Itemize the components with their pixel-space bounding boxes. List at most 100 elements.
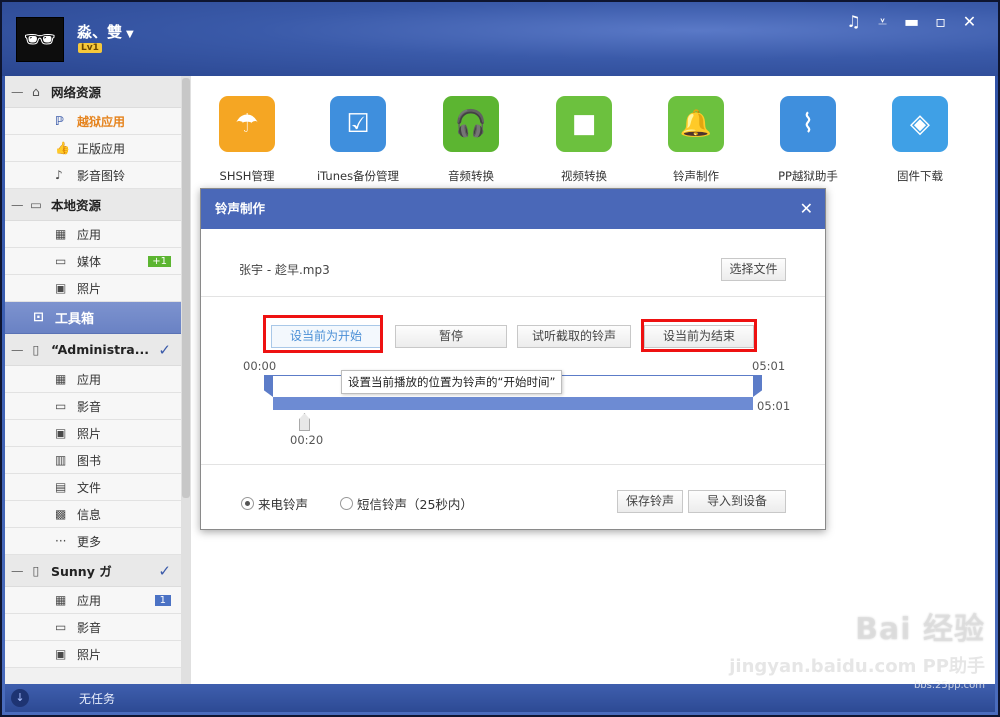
tool-firmware-download[interactable]: ◈ 固件下载 [875,96,965,184]
sidebar-item-device-more[interactable]: ··· 更多 [5,528,181,555]
sidebar-item-jailbreak-apps[interactable]: ℙ 越狱应用 [5,108,181,135]
camera-icon: ■ [556,96,612,152]
tool-label: 视频转换 [561,169,607,183]
image-icon: ▣ [55,426,67,440]
radio-sms-ringtone[interactable]: 短信铃声（25秒内） [340,494,473,513]
dialog-titlebar: 铃声制作 ✕ [201,189,825,229]
choose-file-button[interactable]: 选择文件 [721,258,786,281]
watermark-line: Bai 经验 [855,612,985,647]
sidebar-item-device2-photos[interactable]: ▣ 照片 [5,641,181,668]
sidebar-item-label: 信息 [77,507,102,522]
radio-call-ringtone[interactable]: 来电铃声 [241,494,308,513]
sidebar-item-device-files[interactable]: ▤ 文件 [5,474,181,501]
maximize-icon[interactable]: ▫ [926,12,955,32]
start-marker-handle[interactable] [264,375,273,397]
sidebar-item-label: 文件 [77,480,102,495]
new-count-badge: +1 [148,255,171,267]
end-marker-handle[interactable] [753,375,762,397]
jailbreak-icon: ℙ [55,114,64,128]
sidebar-group-label: “Administra... [51,342,149,357]
sidebar-item-toolbox[interactable]: ⊡ 工具箱 [5,302,181,334]
audio-track-bar[interactable] [273,397,753,410]
sidebar-item-label: 工具箱 [55,312,95,327]
video-icon: ▭ [55,254,67,268]
sidebar-item-device2-apps[interactable]: ▦ 应用 1 [5,587,181,614]
download-icon[interactable]: ↓ [11,689,29,707]
import-to-device-button[interactable]: 导入到设备 [688,490,786,513]
user-avatar[interactable]: 🕶 [16,17,64,62]
task-status: 无任务 [79,692,116,706]
collapse-icon[interactable]: — [11,563,25,578]
music-icon: ♪ [55,168,63,182]
close-icon[interactable]: ✕ [800,189,813,229]
image-icon: ▣ [55,647,67,661]
collapse-icon[interactable]: — [11,84,25,99]
sidebar-item-label: 照片 [77,647,102,662]
sidebar-item-device-books[interactable]: ▥ 图书 [5,447,181,474]
tool-label: 固件下载 [897,169,943,183]
video-icon: ▭ [55,620,67,634]
tooltip: 设置当前播放的位置为铃声的“开始时间” [341,370,563,394]
sidebar-item-label: 影音 [77,620,102,635]
sidebar-item-local-photos[interactable]: ▣ 照片 [5,275,181,302]
sidebar-item-local-media[interactable]: ▭ 媒体 +1 [5,248,181,275]
sidebar-group-network[interactable]: — ⌂ 网络资源 [5,76,181,108]
close-icon[interactable]: ✕ [955,12,984,32]
selected-file-name: 张宇 - 趁早.mp3 [239,263,330,277]
sidebar-item-local-apps[interactable]: ▦ 应用 [5,221,181,248]
sidebar-group-local[interactable]: — ▭ 本地资源 [5,189,181,221]
username-menu[interactable]: 淼、雙 ▼ [77,21,134,42]
minimize-icon[interactable]: ▬ [897,12,926,32]
home-icon: ⌂ [32,84,40,99]
timeline: 00:00 05:01 05:01 00:20 设置当前播放的位置为铃声的“开始… [201,297,825,465]
menu-icon[interactable]: ⩡ [868,12,897,32]
sidebar-item-label: 媒体 [77,254,102,269]
sidebar-item-device-apps[interactable]: ▦ 应用 [5,366,181,393]
headphones-icon: 🎧 [443,96,499,152]
sidebar-item-label: 影音 [77,399,102,414]
sidebar-item-label: 应用 [77,227,102,242]
sidebar-scrollbar[interactable] [181,76,191,684]
header-bar: 🕶 淼、雙 ▼ Lv1 ♫ ⩡ ▬ ▫ ✕ [0,0,1000,76]
pp-assistant-window: 🕶 淼、雙 ▼ Lv1 ♫ ⩡ ▬ ▫ ✕ — ⌂ 网络资源 ℙ 越狱应用 👍 正… [0,0,1000,717]
sidebar-group-device-sunny[interactable]: — ▯ Sunny ガ ✓ [5,555,181,587]
sidebar-item-device2-media[interactable]: ▭ 影音 [5,614,181,641]
sidebar-group-label: 本地资源 [51,198,102,213]
tool-ringtone-maker[interactable]: 🔔 铃声制作 [651,96,741,184]
tool-audio-convert[interactable]: 🎧 音频转换 [426,96,516,184]
sidebar-item-device-messages[interactable]: ▩ 信息 [5,501,181,528]
tool-itunes-backup[interactable]: ☑ iTunes备份管理 [313,96,403,184]
tool-pp-jailbreak[interactable]: ⌇ PP越狱助手 [763,96,853,184]
umbrella-icon: ☂ [219,96,275,152]
sidebar-item-device-photos[interactable]: ▣ 照片 [5,420,181,447]
bell-icon: 🔔 [668,96,724,152]
sidebar-group-device-administrator[interactable]: — ▯ “Administra... ✓ [5,334,181,366]
tool-label: PP越狱助手 [778,169,838,183]
playhead-handle[interactable] [299,413,310,431]
backup-icon: ☑ [330,96,386,152]
book-icon: ▥ [55,453,67,467]
tool-video-convert[interactable]: ■ 视频转换 [539,96,629,184]
image-icon: ▣ [55,281,67,295]
sidebar-item-device-media[interactable]: ▭ 影音 [5,393,181,420]
sidebar-group-label: 网络资源 [51,85,102,100]
grid-icon: ▦ [55,593,67,607]
end-time-label: 05:01 [752,359,786,373]
sidebar-item-label: 影音图铃 [77,168,126,183]
scrollbar-thumb[interactable] [182,78,190,498]
collapse-icon[interactable]: — [11,342,25,357]
phone-icon: ▯ [32,563,40,578]
ringtone-maker-dialog: 铃声制作 ✕ 张宇 - 趁早.mp3 选择文件 设当前为开始 暂停 试听截取的铃… [200,188,826,530]
sidebar-item-genuine-apps[interactable]: 👍 正版应用 [5,135,181,162]
tool-shsh[interactable]: ☂ SHSH管理 [202,96,292,184]
sidebar-item-label: 图书 [77,453,102,468]
save-ringtone-button[interactable]: 保存铃声 [617,490,683,513]
file-row: 张宇 - 趁早.mp3 选择文件 [201,229,825,297]
video-icon: ▭ [55,399,67,413]
sidebar-item-media-ringtones[interactable]: ♪ 影音图铃 [5,162,181,189]
current-time-label: 00:20 [290,433,324,447]
chevron-down-icon: ▼ [126,29,134,40]
music-icon[interactable]: ♫ [839,12,868,32]
collapse-icon[interactable]: — [11,197,25,212]
connected-check-icon: ✓ [158,340,171,359]
